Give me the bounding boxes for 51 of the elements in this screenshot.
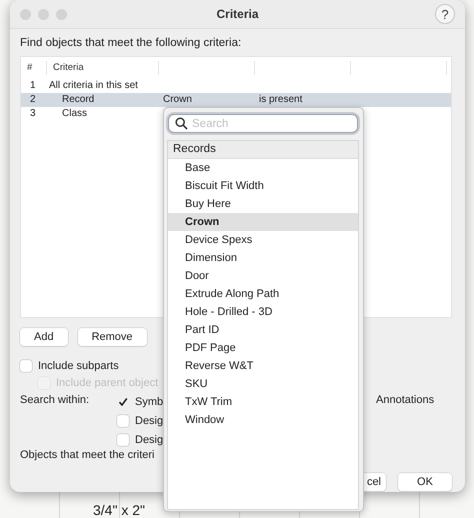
list-item[interactable]: Reverse W&T [168,357,358,375]
group-header: Records [168,141,358,159]
checkbox-label: Desig [135,414,164,426]
checkbox-label: Include subparts [38,360,119,372]
list-item[interactable]: Crown [168,213,358,231]
result-text: Objects that meet the criteri [20,449,156,461]
table-cell-text: 2 [29,93,37,107]
window-title: Criteria [215,7,260,21]
list-item[interactable]: Biscuit Fit Width [168,177,358,195]
column-header: Criteria [47,61,159,75]
window-control-icon[interactable] [20,8,31,20]
list-item[interactable]: SKU [168,375,358,393]
table-cell-text: Crown [163,93,193,107]
column-header: # [21,61,47,75]
checkbox-label: Annotations [376,393,434,408]
list-item[interactable]: Extrude Along Path [168,285,358,303]
list-item[interactable]: Door [168,267,358,285]
list-item[interactable]: Device Spexs [168,231,358,249]
list-item[interactable]: Base [168,159,358,177]
table-cell-text: is present [259,93,304,107]
checkbox[interactable] [20,360,32,372]
prompt-text: Find objects that meet the following criteria: [20,37,242,49]
search-icon [175,117,188,130]
list-item[interactable]: Buy Here [168,195,358,213]
checkbox-label: Symb [135,396,164,408]
dialog-button[interactable]: OK [398,473,452,491]
list-item[interactable]: Window [168,411,358,429]
list-item[interactable]: Dimension [168,249,358,267]
list-item[interactable]: Part ID [168,321,358,339]
list-item[interactable]: PDF Page [168,339,358,357]
list-item[interactable]: Hole - Drilled - 3D [168,303,358,321]
checkbox[interactable] [117,434,129,446]
checkbox[interactable] [117,414,129,426]
push-button[interactable]: Add [20,328,68,346]
drawing-label: 3/4" x 2" [93,502,145,518]
checkbox[interactable] [117,396,129,408]
window-control-icon[interactable] [38,8,49,20]
push-button[interactable]: Remove [78,328,147,346]
window-control-icon[interactable] [56,8,67,20]
table-row[interactable]: 1 All criteria in this set [21,79,451,93]
table-cell-text: 1 [29,79,37,93]
table-cell-text: 3 [29,107,37,121]
search-field[interactable]: Search [169,115,357,132]
list-item[interactable]: TxW Trim [168,393,358,411]
table-cell-text: Class [61,107,88,121]
table-row[interactable]: 2 Record Crown is present [21,93,451,107]
field-label: Search within: [20,393,90,408]
help-button[interactable]: ? [435,4,455,24]
checkbox-label: Desig [135,434,164,446]
table-cell-text: All criteria in this set [48,79,139,93]
table-cell-text: Record [61,93,96,107]
